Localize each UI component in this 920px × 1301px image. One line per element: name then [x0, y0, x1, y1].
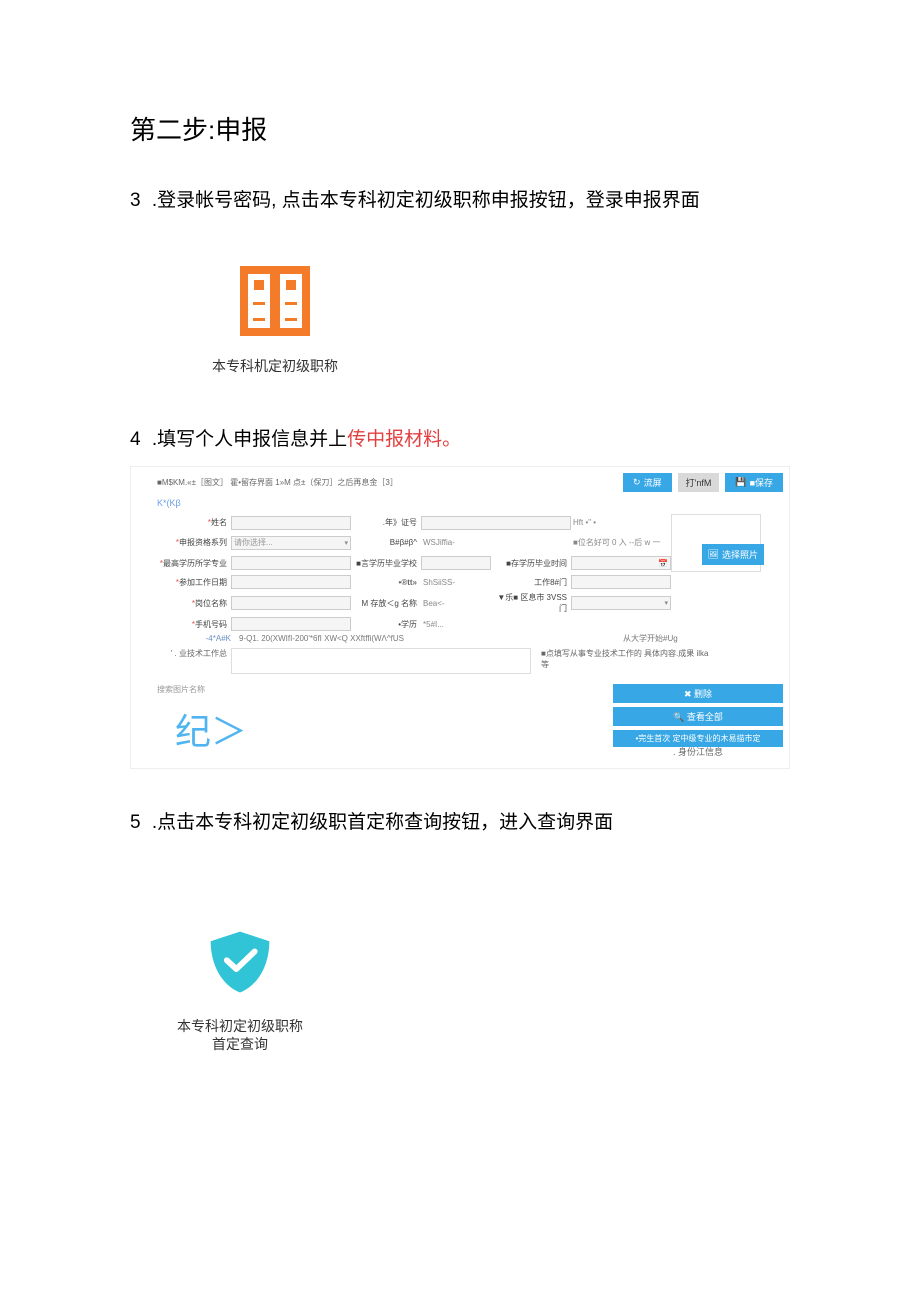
lbl-series: 申报资格系列: [179, 538, 227, 547]
form-hint: ■M$KM.«±［图文］ 霍•留存界面 1»M 点±（保刀］之后再息金［3］: [137, 477, 398, 488]
tile-apply-label: 本专科机定初级职称: [185, 356, 365, 376]
val-r5c2: Bea<-: [421, 599, 491, 608]
input-name[interactable]: [231, 516, 351, 530]
lbl-major: 最高学历所学专业: [163, 559, 227, 568]
lbl-phone: 手机号码: [195, 620, 227, 629]
application-no: K*(Kβ: [137, 498, 783, 508]
calendar-icon: 📅: [658, 559, 668, 568]
val-r2c2: WSJiffia-: [421, 538, 571, 547]
val-r4c2: ShSiiSS-: [421, 578, 491, 587]
lbl-addr: -4*A#K: [141, 634, 231, 643]
para-4-text-red: 传中报材料。: [347, 429, 461, 450]
addr-detail: 9-Q1. 20(XWIfI-200'*6fI XW<Q XXftffi(WΛ^…: [239, 634, 615, 643]
form-panel: ■M$KM.«±［图文］ 霍•留存界面 1»M 点±（保刀］之后再息金［3］ ↻…: [130, 466, 790, 769]
lbl-summary: ' . 业技术工作总: [141, 648, 231, 674]
tile-apply[interactable]: 本专科机定初级职称: [185, 266, 365, 376]
lbl-idno: .年》证号: [383, 518, 417, 527]
input-dept[interactable]: [571, 575, 671, 589]
addr-right: 从大学开始#Ug: [623, 633, 783, 644]
lbl-school: ■言学历毕业学校: [356, 559, 417, 568]
select-district[interactable]: ▾: [571, 596, 671, 610]
lbl-issuer: M 存放＜g 名称: [361, 599, 417, 608]
lbl-district: ▼乐■ 区息市 3VSS门: [497, 593, 567, 613]
lbl-dept: 工作8#门: [534, 578, 567, 587]
textarea-summary[interactable]: [231, 648, 531, 674]
input-major[interactable]: [231, 556, 351, 570]
para-3-num: 3: [130, 190, 141, 211]
save-button[interactable]: 💾 ■保存: [725, 473, 783, 492]
para-5-text: .点击本专科初定初级职首定称查询按钮，进入查询界面: [152, 812, 613, 833]
lbl-workdate: 参加工作日期: [179, 578, 227, 587]
select-series[interactable]: 请你选择...▾: [231, 536, 351, 550]
lbl-post: 岗位名称: [195, 599, 227, 608]
lbl-gradtime: ■存学历毕业时间: [506, 559, 567, 568]
lbl-r2c3: ■位名好可 0 入 --后 w 一: [571, 537, 671, 548]
photo-area: 🖼 选择照片: [671, 514, 761, 572]
summary-note: ■点填写从事专业技术工作的 具体内容.成果 ilka 等: [531, 648, 711, 674]
view-all-button[interactable]: 🔍 查看全部: [613, 707, 783, 726]
shield-check-icon: [203, 928, 277, 994]
lbl-r2c2: B#β#β^: [390, 538, 417, 547]
image-icon: 🖼: [708, 549, 719, 560]
chevron-down-icon: ▾: [344, 539, 348, 547]
lbl-name: 姓名: [211, 518, 227, 527]
input-phone[interactable]: [231, 617, 351, 631]
refresh-button[interactable]: ↻ 流屏: [623, 473, 672, 492]
delete-button[interactable]: ✖ 删除: [613, 684, 783, 703]
input-gradtime[interactable]: 📅: [571, 556, 671, 570]
search-image-label: 搜索图片名称: [137, 684, 205, 695]
lbl-edu: •学历: [398, 620, 417, 629]
ji-text: 纪＞: [137, 703, 247, 755]
para-4: 4 .填写个人申报信息并上传中报材料。: [130, 426, 790, 455]
input-post[interactable]: [231, 596, 351, 610]
lbl-r1c3: Hft •" •: [571, 518, 671, 527]
input-school[interactable]: [421, 556, 491, 570]
val-edu: *5#I...: [421, 620, 491, 629]
select-photo-button[interactable]: 🖼 选择照片: [702, 544, 764, 565]
tile-query[interactable]: 本专科初定初级职称 首定查询: [150, 868, 330, 1053]
input-workdate[interactable]: [231, 575, 351, 589]
lbl-r4c2: •®tt»: [399, 578, 417, 587]
apply-icon: [240, 266, 310, 336]
para-5-num: 5: [130, 812, 141, 833]
para-5: 5 .点击本专科初定初级职首定称查询按钮，进入查询界面: [130, 809, 790, 838]
tile-query-label-2: 首定查询: [150, 1035, 330, 1053]
tile-query-label-1: 本专科初定初级职称: [150, 1017, 330, 1035]
para-3-text: .登录帐号密码, 点击本专科初定初级职称申报按钮，登录申报界面: [152, 190, 700, 211]
chevron-down-icon: ▾: [664, 599, 668, 607]
form-grid: *姓名 .年》证号 Hft •" • 🖼 选择照片 *申报资格系列 请你选择..…: [137, 514, 783, 631]
para-4-text: .填写个人申报信息并上: [152, 429, 347, 450]
step-title: 第二步:申报: [130, 110, 790, 147]
para-4-num: 4: [130, 429, 141, 450]
input-idno[interactable]: [421, 516, 571, 530]
para-3: 3 .登录帐号密码, 点击本专科初定初级职称申报按钮，登录申报界面: [130, 187, 790, 216]
print-button[interactable]: 打'nfM: [678, 473, 720, 492]
